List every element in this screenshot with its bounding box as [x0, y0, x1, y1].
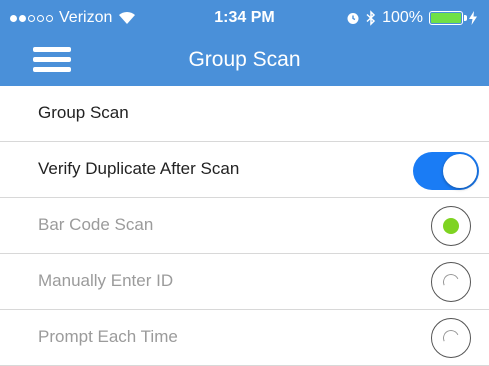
settings-list: Group Scan Verify Duplicate After Scan B…: [0, 86, 489, 366]
radio-empty-arc: [440, 327, 462, 349]
page-title: Group Scan: [188, 48, 301, 71]
section-row-group-scan: Group Scan: [0, 86, 489, 142]
status-right: 100%: [346, 9, 477, 27]
battery-fill: [431, 13, 461, 23]
navigation-bar: Group Scan: [0, 36, 489, 86]
battery-percent: 100%: [382, 9, 423, 26]
bluetooth-icon: [366, 10, 376, 26]
toggle-knob: [443, 154, 477, 188]
charging-icon: [469, 11, 477, 25]
battery-icon: [429, 11, 467, 25]
option-label: Bar Code Scan: [38, 215, 154, 234]
option-row-prompt-each-time[interactable]: Prompt Each Time: [0, 310, 489, 366]
option-row-manually-enter-id[interactable]: Manually Enter ID: [0, 254, 489, 310]
radio-empty-arc: [440, 271, 462, 293]
verify-duplicate-toggle[interactable]: [413, 152, 479, 190]
status-bar: Verizon 1:34 PM 100%: [0, 0, 489, 36]
option-label: Prompt Each Time: [38, 327, 178, 346]
radio-prompt-each-time[interactable]: [431, 318, 471, 358]
radio-manually-enter-id[interactable]: [431, 262, 471, 302]
option-row-bar-code-scan[interactable]: Bar Code Scan: [0, 198, 489, 254]
setting-label: Verify Duplicate After Scan: [38, 159, 240, 178]
app-header: Verizon 1:34 PM 100% Group Scan: [0, 0, 489, 86]
setting-row-verify-duplicate: Verify Duplicate After Scan: [0, 142, 489, 198]
radio-bar-code-scan[interactable]: [431, 206, 471, 246]
alarm-icon: [347, 13, 359, 24]
radio-selected-dot: [443, 218, 459, 234]
option-label: Manually Enter ID: [38, 271, 174, 290]
section-label: Group Scan: [38, 103, 129, 122]
